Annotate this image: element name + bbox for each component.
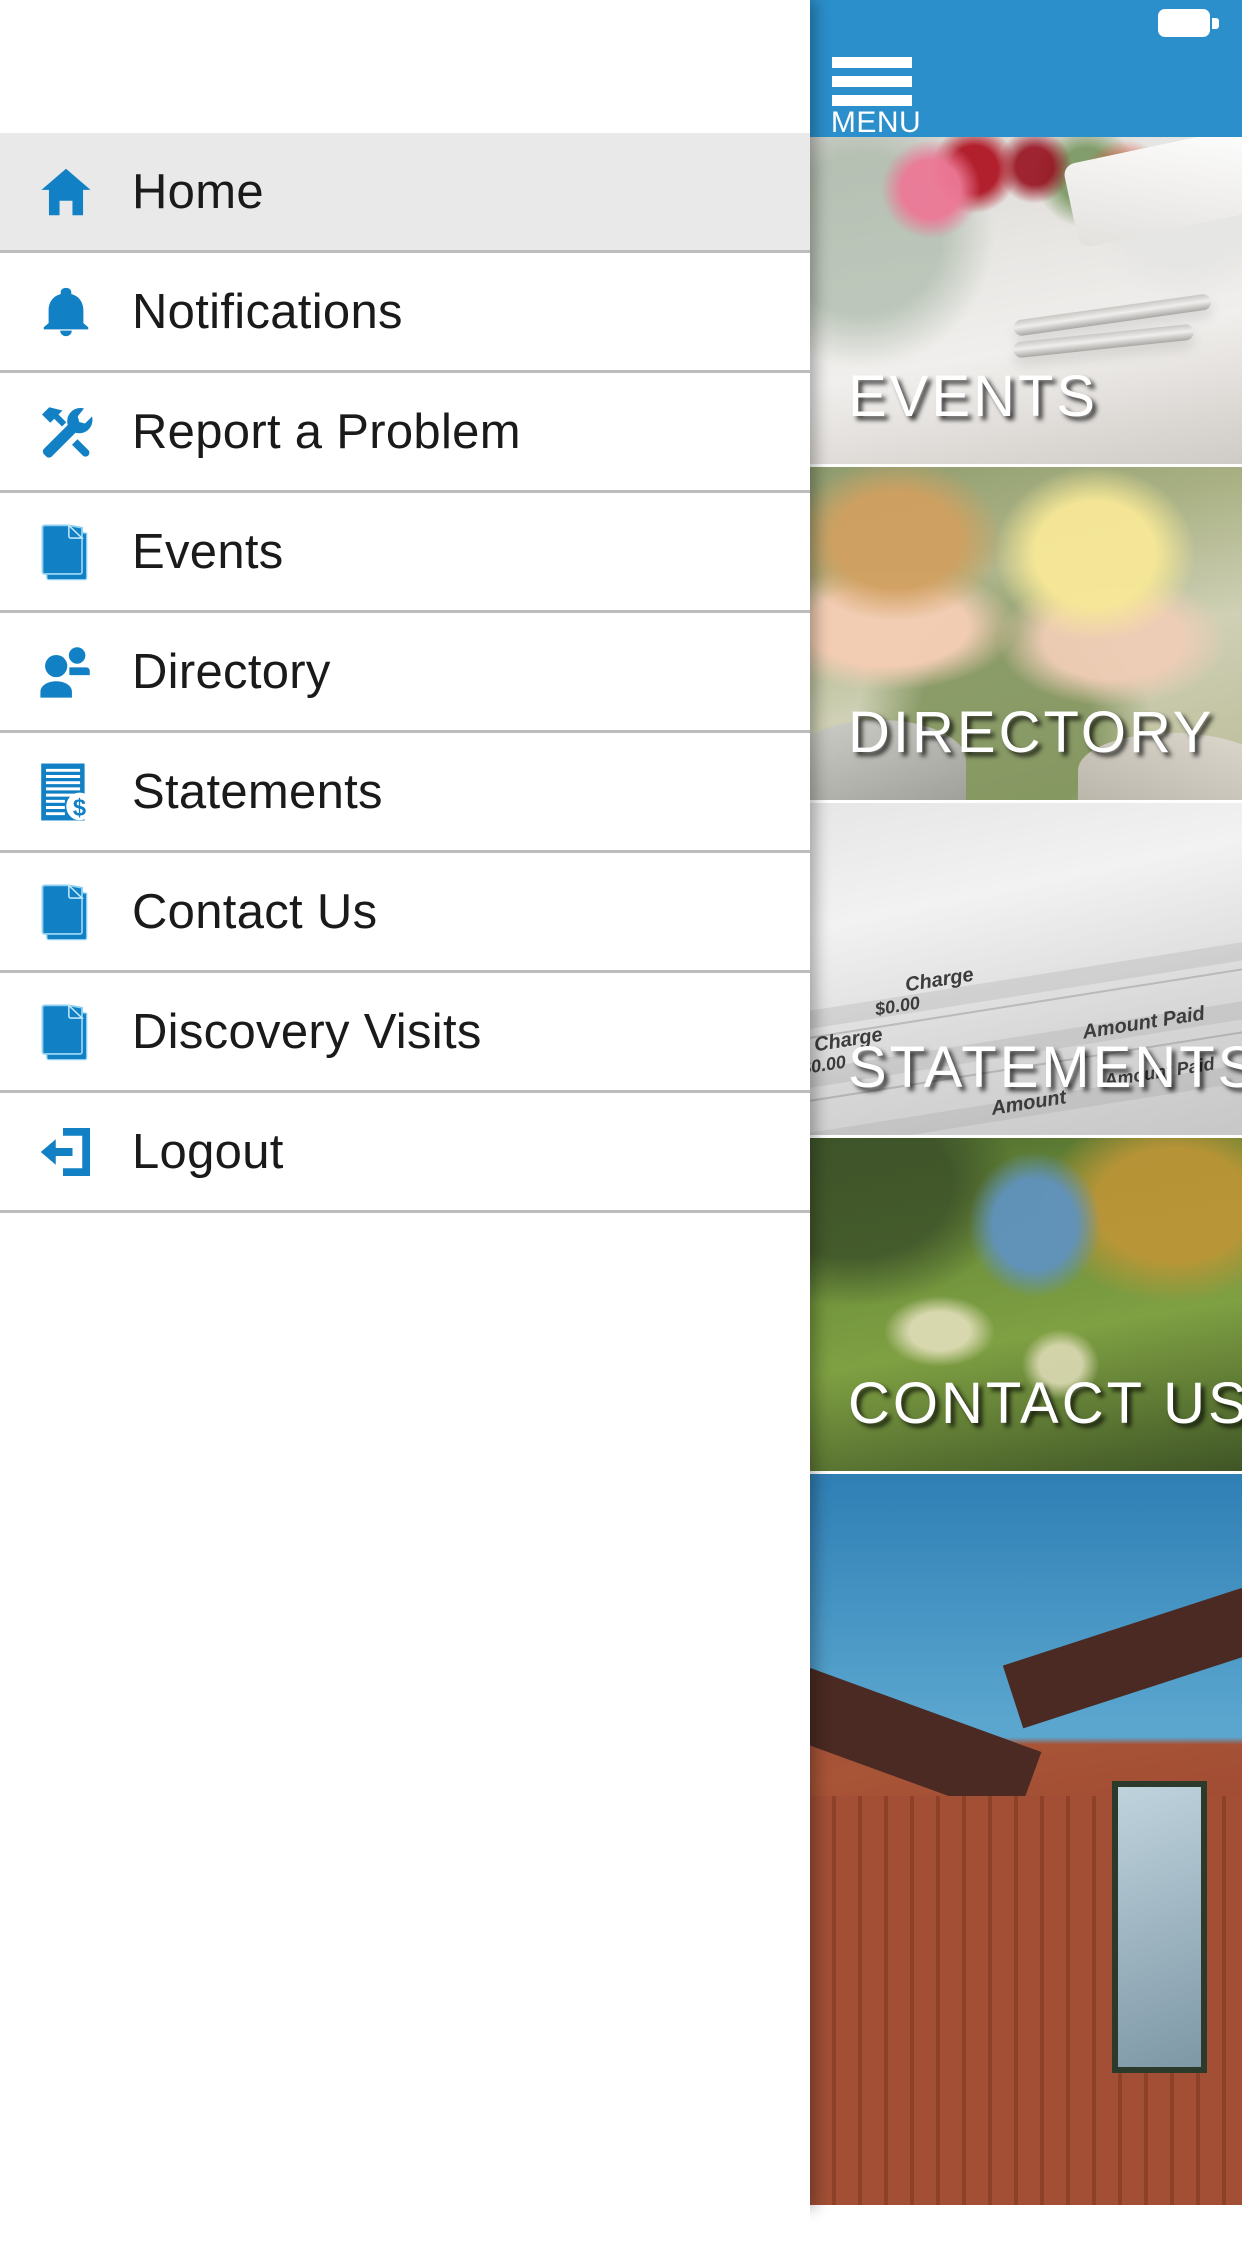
drawer-header-spacer <box>0 0 810 133</box>
svg-text:$: $ <box>73 795 86 821</box>
hamburger-menu-icon <box>832 57 912 107</box>
sidebar-item-label: Logout <box>132 1124 284 1179</box>
lodge-image <box>810 1474 1242 2205</box>
sidebar-item-logout[interactable]: Logout <box>0 1093 810 1213</box>
tile-contact-us-label: CONTACT US <box>848 1371 1242 1436</box>
logout-icon <box>0 1122 132 1182</box>
tile-directory[interactable]: DIRECTORY <box>810 467 1242 803</box>
sidebar-item-label: Report a Problem <box>132 404 521 459</box>
sidebar-item-label: Discovery Visits <box>132 1004 482 1059</box>
tile-directory-label: DIRECTORY <box>848 700 1215 765</box>
menu-button[interactable]: MENU <box>820 52 932 139</box>
document-icon <box>0 521 132 583</box>
tile-events-label: EVENTS <box>848 364 1099 429</box>
tile-list: EVENTS DIRECTORY Charge $0.00 Amount Pai… <box>810 137 1242 2208</box>
sidebar-item-events[interactable]: Events <box>0 493 810 613</box>
sidebar-item-report-a-problem[interactable]: Report a Problem <box>0 373 810 493</box>
tile-statements-label: STATEMENTS <box>848 1035 1242 1100</box>
people-icon <box>0 644 132 700</box>
sidebar-item-label: Statements <box>132 764 383 819</box>
app-bar: MENU <box>810 44 1242 139</box>
navigation-drawer: Home Notifications Report a Problem Even… <box>0 0 810 2263</box>
drawer-empty-area <box>0 1213 810 2263</box>
sidebar-item-label: Notifications <box>132 284 403 339</box>
sidebar-item-discovery-visits[interactable]: Discovery Visits <box>0 973 810 1093</box>
tile-next[interactable] <box>810 1474 1242 2208</box>
sidebar-item-statements[interactable]: $ Statements <box>0 733 810 853</box>
tile-contact-us[interactable]: CONTACT US <box>810 1138 1242 1474</box>
sidebar-item-label: Directory <box>132 644 331 699</box>
document-icon <box>0 1001 132 1063</box>
tile-events[interactable]: EVENTS <box>810 137 1242 467</box>
bell-icon <box>0 283 132 341</box>
statement-amount-1: $0.00 <box>873 992 922 1019</box>
invoice-icon: $ <box>0 761 132 823</box>
menu-button-label: MENU <box>830 106 922 139</box>
tools-icon <box>0 402 132 462</box>
sidebar-item-label: Home <box>132 164 264 219</box>
sidebar-item-contact-us[interactable]: Contact Us <box>0 853 810 973</box>
battery-full-icon <box>1158 9 1220 37</box>
document-icon <box>0 881 132 943</box>
home-icon <box>0 161 132 223</box>
sidebar-item-home[interactable]: Home <box>0 133 810 253</box>
sidebar-item-directory[interactable]: Directory <box>0 613 810 733</box>
tile-statements[interactable]: Charge $0.00 Amount Paid Charge $0.00 Am… <box>810 803 1242 1138</box>
status-bar <box>810 0 1242 44</box>
sidebar-item-notifications[interactable]: Notifications <box>0 253 810 373</box>
sidebar-item-label: Events <box>132 524 284 579</box>
sidebar-item-label: Contact Us <box>132 884 378 939</box>
